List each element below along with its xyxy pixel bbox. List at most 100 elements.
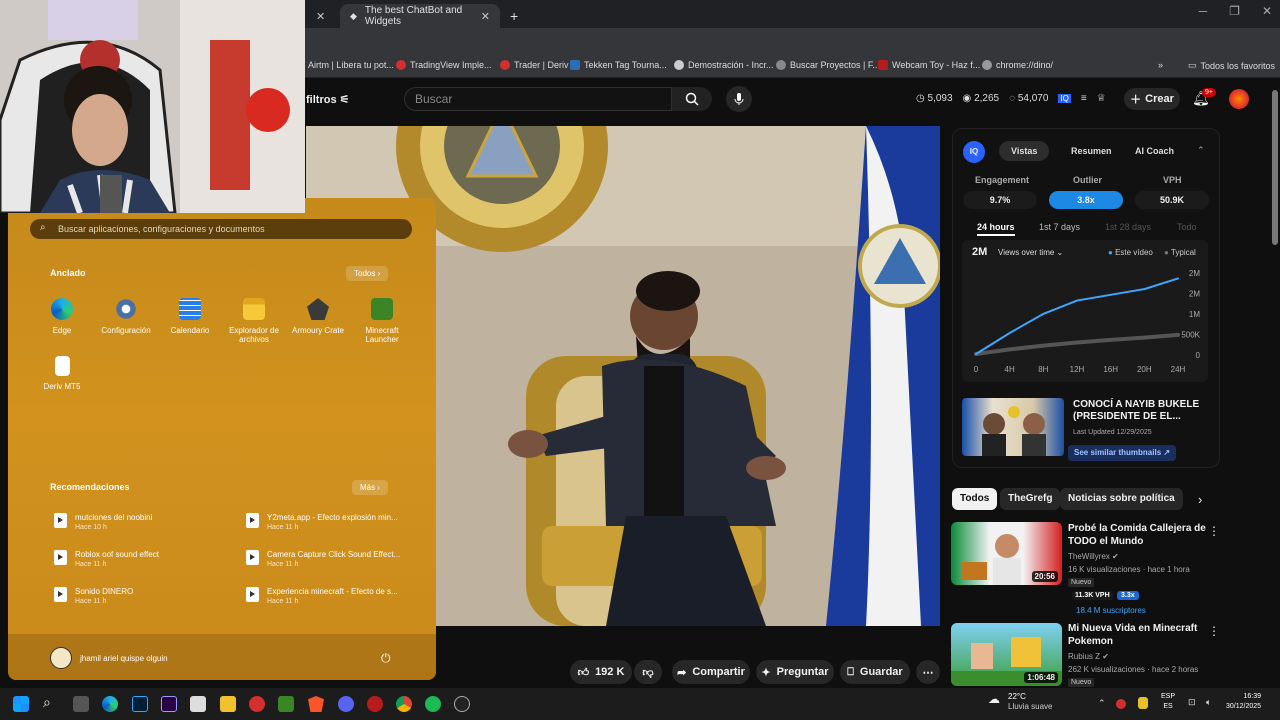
weather-widget[interactable]: 22°C Lluvia suave <box>1008 692 1052 712</box>
close-icon[interactable]: ✕ <box>481 10 490 23</box>
similar-thumbnails-button[interactable]: See similar thumbnails ↗ <box>1068 445 1177 461</box>
more-button[interactable]: Más › <box>352 480 389 495</box>
mic-button[interactable] <box>726 86 752 112</box>
search-icon[interactable]: ⌕ <box>43 694 51 711</box>
discord-icon[interactable] <box>338 696 354 712</box>
bookmark-item[interactable]: Tekken Tag Tourna... <box>570 60 667 70</box>
collapse-icon[interactable]: ⌃ <box>1197 145 1205 156</box>
volume-icon[interactable]: 🔈︎ <box>1206 697 1211 708</box>
bookmark-item[interactable]: Airtm | Libera tu pot... <box>308 60 394 70</box>
spotify-icon[interactable] <box>425 696 441 712</box>
search-button[interactable] <box>672 87 712 111</box>
app-settings[interactable]: Configuración <box>94 298 158 335</box>
app-minecraft[interactable]: Minecraft Launcher <box>350 298 414 344</box>
new-tab-button[interactable]: + <box>500 4 528 28</box>
rec-title[interactable]: Mi Nueva Vida en Minecraft Pokemon <box>1068 622 1197 648</box>
app-file-explorer[interactable]: Explorador de archivos <box>222 298 286 344</box>
rec-file[interactable]: Sonido DINERO Hace 11 h <box>54 587 133 605</box>
vidiq-icon[interactable]: IQ <box>1058 94 1071 103</box>
rec-thumbnail[interactable]: 20:56 <box>951 522 1062 585</box>
app-icon[interactable] <box>367 696 383 712</box>
close-icon[interactable]: ✕ <box>316 10 325 23</box>
obs-icon[interactable] <box>454 696 470 712</box>
rec-file[interactable]: Roblox oof sound effect Hace 11 h <box>54 550 159 568</box>
chart-dropdown[interactable]: Views over time ⌄ <box>998 248 1063 257</box>
chevron-right-icon[interactable]: » <box>1158 60 1163 70</box>
bookmark-item[interactable]: Buscar Proyectos | F... <box>776 60 880 70</box>
premiere-icon[interactable] <box>161 696 177 712</box>
maximize-icon[interactable]: ❐ <box>1229 4 1240 18</box>
minimize-icon[interactable]: ─ <box>1199 4 1208 18</box>
all-bookmarks-folder[interactable]: ▭ Todos los favoritos <box>1188 60 1275 71</box>
bookmark-item[interactable]: Webcam Toy - Haz f... <box>878 60 980 70</box>
range-24h[interactable]: 24 hours <box>977 222 1015 236</box>
tab-resumen[interactable]: Resumen <box>1059 141 1124 161</box>
power-icon[interactable]: ⏻ <box>381 651 391 666</box>
photoshop-icon[interactable] <box>132 696 148 712</box>
windows-start-icon[interactable] <box>13 696 29 712</box>
tray-app-icon[interactable] <box>1116 699 1126 709</box>
folder-icon[interactable] <box>220 696 236 712</box>
task-view-icon[interactable] <box>73 696 89 712</box>
chip-todos[interactable]: Todos <box>952 488 998 510</box>
rec-channel[interactable]: TheWillyrex ✔︎ <box>1068 552 1119 561</box>
range-28d[interactable]: 1st 28 days <box>1105 222 1151 232</box>
tab-vistas[interactable]: Vistas <box>999 141 1050 161</box>
edge-icon[interactable] <box>102 696 118 712</box>
app-deriv-mt5[interactable]: Deriv MT5 <box>30 356 94 391</box>
network-icon[interactable]: ⊡ <box>1188 697 1196 708</box>
store-icon[interactable] <box>190 696 206 712</box>
more-options-icon[interactable]: ⋮ <box>1208 624 1220 638</box>
like-button[interactable]: 👍︎ 192 K <box>570 660 632 684</box>
range-all[interactable]: Todo <box>1177 222 1197 232</box>
rec-file[interactable]: Y2meta.app - Efecto explosión min... Hace… <box>246 513 398 531</box>
bookmark-item[interactable]: chrome://dino/ <box>982 60 1053 70</box>
more-options-icon[interactable]: ⋮ <box>1208 524 1220 538</box>
more-actions-button[interactable]: ⋯ <box>916 660 940 684</box>
range-7d[interactable]: 1st 7 days <box>1039 222 1080 232</box>
scrollbar-thumb[interactable] <box>1272 90 1278 245</box>
rec-file[interactable]: Experiencia minecraft - Efecto de s... Ha… <box>246 587 398 605</box>
trophy-icon[interactable]: ♕ <box>1097 93 1106 104</box>
app-armoury-crate[interactable]: Armoury Crate <box>286 298 350 335</box>
rec-file[interactable]: Camera Capture Click Sound Effect... Hace… <box>246 550 400 568</box>
bookmark-item[interactable]: Demostración - Incr... <box>674 60 774 70</box>
tray-mic-icon[interactable] <box>1138 697 1148 709</box>
tab-active[interactable]: ◆ The best ChatBot and Widgets ✕ <box>340 4 500 28</box>
tab-previous[interactable]: ✕ <box>306 4 338 28</box>
ask-button[interactable]: ✦ Preguntar <box>756 660 834 684</box>
app-calendar[interactable]: Calendario <box>158 298 222 335</box>
tray-chevron-icon[interactable]: ⌃ <box>1098 698 1106 709</box>
rec-file[interactable]: mutciones del noobini Hace 10 h <box>54 513 152 531</box>
list-icon[interactable]: ≡ <box>1081 93 1087 104</box>
filters-button[interactable]: filtros ⚟ <box>306 93 350 106</box>
minecraft-icon[interactable] <box>278 696 294 712</box>
create-button[interactable]: ＋ Crear <box>1124 88 1180 110</box>
rec-thumbnail[interactable]: 1:06:48 <box>951 623 1062 686</box>
brave-icon[interactable] <box>308 696 324 712</box>
deriv-icon[interactable] <box>249 696 265 712</box>
chip-thegrefg[interactable]: TheGrefg <box>1000 488 1061 510</box>
chrome-icon[interactable] <box>396 696 412 712</box>
chip-politica[interactable]: Noticias sobre política <box>1060 488 1183 510</box>
save-button[interactable]: ⎕ Guardar <box>840 660 910 684</box>
all-apps-button[interactable]: Todos › <box>346 266 389 281</box>
rec-channel[interactable]: Rubius Z ✔︎ <box>1068 652 1109 661</box>
user-name[interactable]: jhamil ariel quispe olguin <box>80 654 168 663</box>
search-input[interactable]: Buscar <box>404 87 672 111</box>
app-edge[interactable]: Edge <box>30 298 94 335</box>
similar-thumbnail[interactable] <box>962 398 1064 456</box>
close-window-icon[interactable]: ✕ <box>1262 4 1272 18</box>
clock[interactable]: 16:39 30/12/2025 <box>1226 692 1261 712</box>
rec-title[interactable]: Probé la Comida Callejera de TODO el Mund… <box>1068 522 1206 548</box>
chevron-right-icon[interactable]: › <box>1198 492 1202 507</box>
start-search-input[interactable]: Buscar aplicaciones, configuraciones y d… <box>30 219 412 239</box>
share-button[interactable]: ➦ Compartir <box>672 660 750 684</box>
language-indicator[interactable]: ESP ES <box>1161 692 1175 712</box>
account-avatar[interactable] <box>1229 89 1249 109</box>
dislike-button[interactable]: 👎︎ <box>634 660 662 684</box>
bookmark-item[interactable]: Trader | Deriv <box>500 60 569 70</box>
bookmark-item[interactable]: TradingView Imple... <box>396 60 492 70</box>
tab-ai-coach[interactable]: AI Coach <box>1123 141 1186 161</box>
user-avatar[interactable] <box>50 647 72 669</box>
